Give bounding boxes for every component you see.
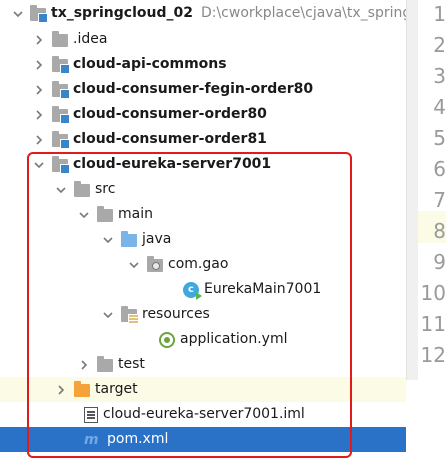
editor-gutter: 1 2 3 4 5 6 7 8 9 10 11 12: [406, 0, 446, 461]
project-path: D:\cworkplace\cjava\tx_springc: [200, 5, 406, 21]
module-folder-icon: [30, 5, 48, 23]
chevron-down-icon[interactable]: [12, 7, 24, 21]
chevron-down-icon[interactable]: [127, 258, 141, 272]
line-number: 12: [420, 343, 446, 367]
tree-item-order80[interactable]: cloud-consumer-order80: [0, 102, 406, 127]
tree-root[interactable]: tx_springcloud_02 D:\cworkplace\cjava\tx…: [0, 1, 406, 26]
folder-icon: [52, 31, 68, 47]
tree-item-label: cloud-eureka-server7001.iml: [103, 406, 305, 422]
tree-item-iml[interactable]: cloud-eureka-server7001.iml: [0, 402, 406, 427]
folder-icon: [97, 206, 113, 222]
tree-item-partial[interactable]: [0, 452, 406, 461]
folder-icon: [97, 356, 113, 372]
line-number: 8: [433, 219, 446, 243]
source-folder-icon: [121, 231, 137, 247]
chevron-right-icon[interactable]: [54, 383, 68, 397]
tree-item-src[interactable]: src: [0, 177, 406, 202]
chevron-right-icon[interactable]: [32, 108, 46, 122]
tree-item-label: main: [118, 206, 153, 222]
module-folder-icon: [52, 131, 70, 149]
maven-icon: m: [84, 431, 99, 448]
module-folder-icon: [52, 81, 70, 99]
line-number: 3: [433, 64, 446, 88]
package-icon: [147, 256, 163, 272]
tree-item-label: src: [95, 181, 116, 197]
folder-icon: [74, 181, 90, 197]
line-number: 5: [433, 126, 446, 150]
tree-item-com-gao[interactable]: com.gao: [0, 252, 406, 277]
tree-item-pom-xml[interactable]: m pom.xml: [0, 427, 406, 452]
tree-item-label: resources: [142, 306, 210, 322]
chevron-down-icon[interactable]: [77, 208, 91, 222]
tree-item-cloud-api-commons[interactable]: cloud-api-commons: [0, 52, 406, 77]
java-class-icon: c: [183, 281, 202, 300]
chevron-down-icon[interactable]: [101, 308, 115, 322]
tree-item-label: cloud-eureka-server7001: [73, 156, 272, 172]
line-number: 2: [433, 33, 446, 57]
line-number: 7: [433, 188, 446, 212]
tree-item-label: com.gao: [168, 256, 229, 272]
tree-item-resources[interactable]: resources: [0, 302, 406, 327]
tree-item-eurekamain7001[interactable]: c EurekaMain7001: [0, 277, 406, 302]
chevron-down-icon[interactable]: [54, 183, 68, 197]
project-name: tx_springcloud_02: [51, 5, 193, 21]
chevron-right-icon[interactable]: [32, 58, 46, 72]
tree-item-label: cloud-consumer-fegin-order80: [73, 81, 314, 97]
tree-item-label: pom.xml: [107, 431, 169, 447]
tree-item-label: target: [95, 381, 138, 397]
tree-item-order81[interactable]: cloud-consumer-order81: [0, 127, 406, 152]
module-file-icon: [84, 406, 98, 423]
tree-item-eureka-server7001[interactable]: cloud-eureka-server7001: [0, 152, 406, 177]
scrollbar-track[interactable]: [406, 0, 418, 380]
chevron-right-icon[interactable]: [32, 33, 46, 47]
line-number: 9: [433, 250, 446, 274]
tree-item-label: application.yml: [180, 331, 288, 347]
module-folder-icon: [52, 56, 70, 74]
tree-item-main[interactable]: main: [0, 202, 406, 227]
line-number: 10: [420, 281, 446, 305]
excluded-folder-icon: [74, 381, 90, 397]
tree-item-label: .idea: [73, 31, 108, 47]
module-folder-icon: [52, 106, 70, 124]
chevron-down-icon[interactable]: [101, 233, 115, 247]
module-folder-icon: [52, 156, 70, 174]
line-number: 1: [433, 2, 446, 26]
tree-item-test[interactable]: test: [0, 352, 406, 377]
line-number: 4: [433, 95, 446, 119]
chevron-right-icon[interactable]: [32, 83, 46, 97]
tree-item-idea[interactable]: .idea: [0, 27, 406, 52]
tree-item-label: cloud-consumer-order80: [73, 106, 267, 122]
tree-item-java[interactable]: java: [0, 227, 406, 252]
tree-item-fegin-order80[interactable]: cloud-consumer-fegin-order80: [0, 77, 406, 102]
chevron-down-icon[interactable]: [32, 158, 46, 172]
tree-item-label: cloud-consumer-order81: [73, 131, 267, 147]
spring-config-icon: [159, 331, 175, 348]
tree-item-application-yml[interactable]: application.yml: [0, 327, 406, 352]
tree-item-label: cloud-api-commons: [73, 56, 227, 72]
resources-folder-icon: [121, 306, 139, 324]
chevron-right-icon[interactable]: [32, 133, 46, 147]
project-tree: tx_springcloud_02 D:\cworkplace\cjava\tx…: [0, 0, 406, 461]
tree-item-label: test: [118, 356, 145, 372]
line-number: 6: [433, 157, 446, 181]
tree-item-label: EurekaMain7001: [204, 281, 322, 297]
tree-item-label: java: [142, 231, 172, 247]
chevron-right-icon[interactable]: [77, 358, 91, 372]
tree-item-target[interactable]: target: [0, 377, 406, 402]
line-number: 11: [420, 312, 446, 336]
